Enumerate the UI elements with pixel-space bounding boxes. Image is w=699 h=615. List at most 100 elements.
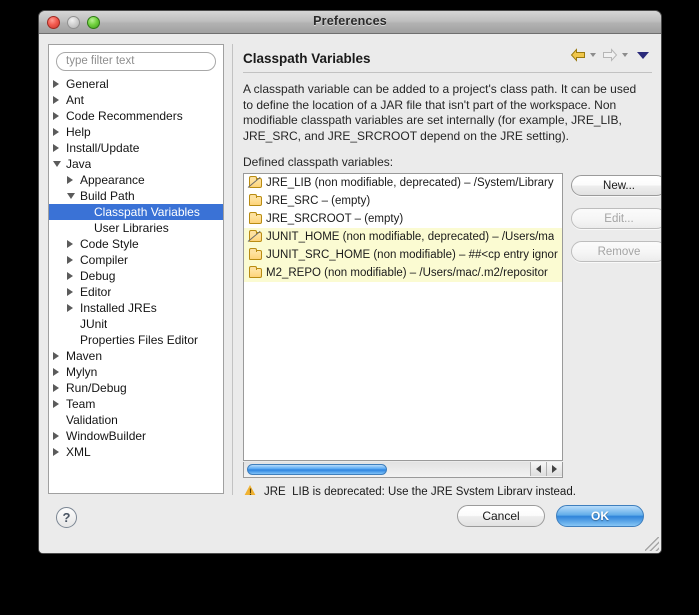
folder-deprecated-icon <box>247 230 264 244</box>
sidebar-item-code-style[interactable]: Code Style <box>49 236 223 252</box>
sidebar-item-install-update[interactable]: Install/Update <box>49 140 223 156</box>
sidebar-item-label: Compiler <box>80 252 129 267</box>
folder-deprecated-icon <box>247 176 264 190</box>
sidebar-item-xml[interactable]: XML <box>49 444 223 460</box>
sidebar-item-label: Team <box>66 396 96 411</box>
sidebar-item-label: Editor <box>80 284 112 299</box>
sidebar-item-user-libraries[interactable]: User Libraries <box>49 220 223 236</box>
preference-page: Classpath Variables A classpath variable… <box>232 44 661 518</box>
scroll-right-button[interactable] <box>546 462 562 476</box>
page-nav-icons <box>570 48 649 62</box>
dialog-footer: ? Cancel OK <box>39 495 661 553</box>
sidebar-item-validation[interactable]: Validation <box>49 412 223 428</box>
list-item[interactable]: JUNIT_HOME (non modifiable, deprecated) … <box>244 228 562 246</box>
chevron-right-icon[interactable] <box>67 303 79 312</box>
sidebar-item-label: JUnit <box>80 316 108 331</box>
chevron-right-icon[interactable] <box>53 111 65 120</box>
chevron-right-icon[interactable] <box>67 255 79 264</box>
sidebar-item-label: Mylyn <box>66 364 98 379</box>
sidebar-item-label: Ant <box>66 92 85 107</box>
sidebar-item-general[interactable]: General <box>49 76 223 92</box>
chevron-right-icon[interactable] <box>53 143 65 152</box>
chevron-right-icon[interactable] <box>67 175 79 184</box>
preferences-window: Preferences GeneralAntCode RecommendersH… <box>38 10 662 554</box>
sidebar-item-label: Build Path <box>80 188 135 203</box>
sidebar-item-ant[interactable]: Ant <box>49 92 223 108</box>
chevron-right-icon[interactable] <box>53 95 65 104</box>
edit-button[interactable]: Edit... <box>571 208 661 229</box>
remove-button[interactable]: Remove <box>571 241 661 262</box>
chevron-right-icon[interactable] <box>53 127 65 136</box>
sidebar-item-appearance[interactable]: Appearance <box>49 172 223 188</box>
sidebar-item-java[interactable]: Java <box>49 156 223 172</box>
forward-arrow-icon <box>602 48 618 62</box>
chevron-down-icon[interactable] <box>53 160 65 167</box>
chevron-right-icon[interactable] <box>67 271 79 280</box>
sidebar-item-editor[interactable]: Editor <box>49 284 223 300</box>
new-button[interactable]: New... <box>571 175 661 196</box>
chevron-right-icon[interactable] <box>53 447 65 456</box>
variable-action-buttons: New... Edit... Remove <box>571 175 661 274</box>
sidebar-item-properties-files-editor[interactable]: Properties Files Editor <box>49 332 223 348</box>
sidebar-item-classpath-variables[interactable]: Classpath Variables <box>49 203 223 220</box>
sidebar-item-junit[interactable]: JUnit <box>49 316 223 332</box>
sidebar-item-label: Installed JREs <box>80 300 157 315</box>
back-arrow-icon[interactable] <box>570 48 586 62</box>
chevron-right-icon[interactable] <box>53 383 65 392</box>
scrollbar-thumb[interactable] <box>247 464 387 475</box>
sidebar-item-compiler[interactable]: Compiler <box>49 252 223 268</box>
folder-icon <box>247 266 264 280</box>
preferences-tree-panel: GeneralAntCode RecommendersHelpInstall/U… <box>48 44 224 494</box>
chevron-right-icon[interactable] <box>53 431 65 440</box>
list-item[interactable]: JUNIT_SRC_HOME (non modifiable) – ##<cp … <box>244 246 562 264</box>
sidebar-item-label: Properties Files Editor <box>80 332 199 347</box>
page-menu-triangle-down-icon[interactable] <box>637 51 649 59</box>
variable-label: JRE_SRCROOT – (empty) <box>266 213 404 225</box>
scroll-left-button[interactable] <box>530 462 546 476</box>
sidebar-item-maven[interactable]: Maven <box>49 348 223 364</box>
resize-grip[interactable] <box>645 537 659 551</box>
cancel-button[interactable]: Cancel <box>457 505 545 527</box>
sidebar-item-label: Run/Debug <box>66 380 127 395</box>
chevron-right-icon[interactable] <box>67 239 79 248</box>
sidebar-item-build-path[interactable]: Build Path <box>49 188 223 204</box>
chevron-right-icon[interactable] <box>67 287 79 296</box>
window-titlebar[interactable]: Preferences <box>39 11 661 34</box>
back-history-chevron-down-icon[interactable] <box>590 53 596 57</box>
sidebar-item-windowbuilder[interactable]: WindowBuilder <box>49 428 223 444</box>
page-header: Classpath Variables <box>243 44 652 73</box>
dialog-body: GeneralAntCode RecommendersHelpInstall/U… <box>39 34 661 553</box>
chevron-right-icon[interactable] <box>53 79 65 88</box>
chevron-down-icon[interactable] <box>67 192 79 199</box>
variable-label: JUNIT_SRC_HOME (non modifiable) – ##<cp … <box>266 249 558 261</box>
sidebar-item-label: XML <box>66 444 91 459</box>
ok-button[interactable]: OK <box>556 505 644 527</box>
page-title: Classpath Variables <box>243 50 371 66</box>
sidebar-item-help[interactable]: Help <box>49 124 223 140</box>
list-horizontal-scrollbar[interactable] <box>243 462 563 478</box>
sidebar-item-mylyn[interactable]: Mylyn <box>49 364 223 380</box>
variables-list-items: JRE_LIB (non modifiable, deprecated) – /… <box>244 174 562 282</box>
sidebar-item-team[interactable]: Team <box>49 396 223 412</box>
sidebar-item-installed-jres[interactable]: Installed JREs <box>49 300 223 316</box>
sidebar-item-debug[interactable]: Debug <box>49 268 223 284</box>
list-item[interactable]: JRE_LIB (non modifiable, deprecated) – /… <box>244 174 562 192</box>
list-item[interactable]: JRE_SRCROOT – (empty) <box>244 210 562 228</box>
list-item[interactable]: M2_REPO (non modifiable) – /Users/mac/.m… <box>244 264 562 282</box>
sidebar-item-label: WindowBuilder <box>66 428 147 443</box>
classpath-variables-list[interactable]: JRE_LIB (non modifiable, deprecated) – /… <box>243 173 563 461</box>
sidebar-item-label: Code Style <box>80 236 139 251</box>
list-item[interactable]: JRE_SRC – (empty) <box>244 192 562 210</box>
preferences-tree[interactable]: General Ant Code Recommenders Help Install/U… <box>49 75 223 460</box>
search-input[interactable] <box>56 51 216 71</box>
sidebar-item-run-debug[interactable]: Run/Debug <box>49 380 223 396</box>
sidebar-item-label: General <box>66 76 109 91</box>
forward-history-chevron-down-icon <box>622 53 628 57</box>
chevron-right-icon[interactable] <box>53 351 65 360</box>
sidebar-item-code-recommenders[interactable]: Code Recommenders <box>49 108 223 124</box>
chevron-right-icon[interactable] <box>53 399 65 408</box>
help-button[interactable]: ? <box>56 507 77 528</box>
variable-label: JUNIT_HOME (non modifiable, deprecated) … <box>266 231 555 243</box>
chevron-right-icon[interactable] <box>53 367 65 376</box>
folder-icon <box>247 194 264 208</box>
